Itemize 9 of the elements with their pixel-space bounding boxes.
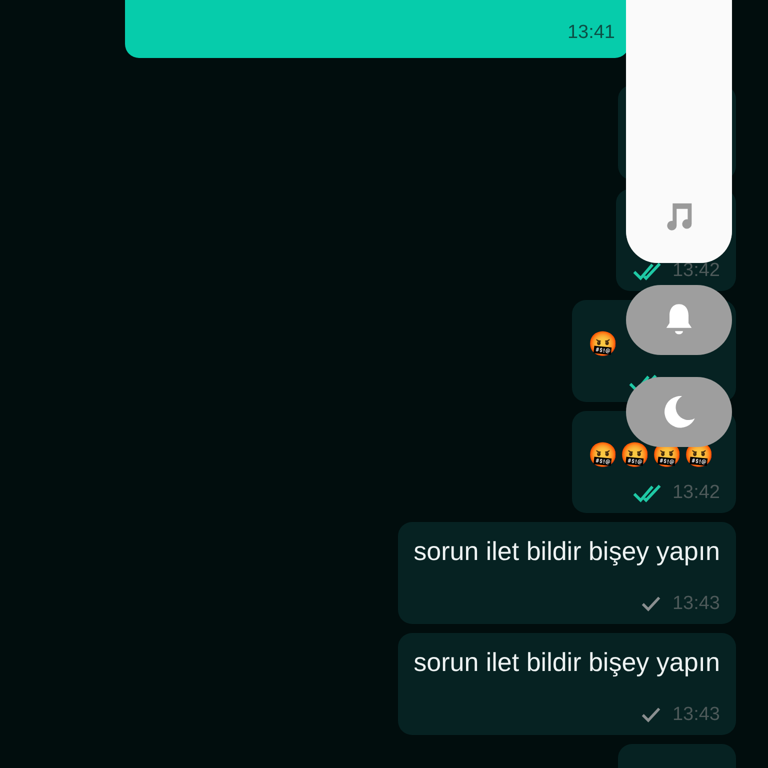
message-time: 13:42	[672, 482, 720, 504]
message-time: 13:42	[672, 260, 720, 282]
message-time: 13:43	[672, 593, 720, 615]
message-text: sorun ilet bildir bişey yapın	[414, 536, 720, 567]
volume-slider-fill[interactable]	[626, 0, 732, 263]
message-time: 13:41	[567, 22, 615, 44]
message-text: sorun ilet bildir bişey yapın	[414, 647, 720, 678]
emoji-text: 🤬	[588, 330, 620, 359]
message-time: 13:43	[672, 704, 720, 726]
